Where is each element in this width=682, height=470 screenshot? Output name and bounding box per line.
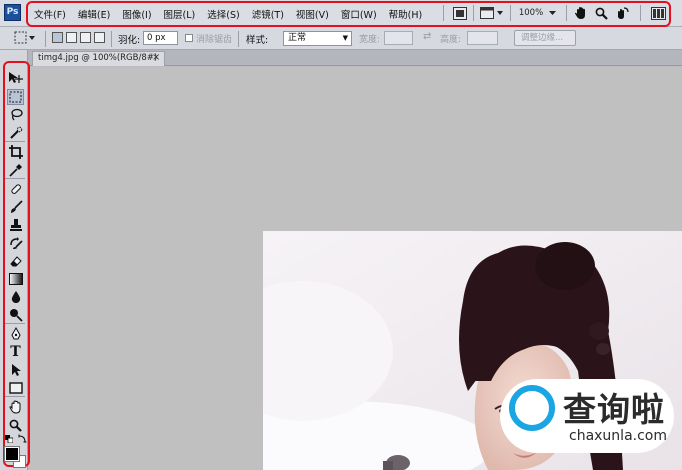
document-tab-bar: timg4.jpg @ 100%(RGB/8#)	[28, 50, 682, 66]
style-value: 正常	[288, 33, 307, 43]
menu-items: 文件(F) 编辑(E) 图像(I) 图层(L) 选择(S) 滤镜(T) 视图(V…	[34, 0, 434, 27]
history-brush-tool-icon[interactable]	[7, 235, 24, 251]
screen-mode-icon[interactable]	[479, 5, 505, 21]
menu-separator	[640, 5, 641, 21]
watermark-search-icon	[509, 385, 555, 431]
menu-filter[interactable]: 滤镜(T)	[252, 7, 284, 21]
swap-colors-icon[interactable]	[18, 434, 27, 446]
width-label: 宽度:	[359, 35, 381, 45]
tools-separator	[5, 141, 25, 142]
width-input	[384, 31, 413, 45]
feather-label: 羽化:	[118, 35, 141, 46]
swap-dimensions-icon: ⇄	[423, 31, 432, 42]
menu-separator	[510, 5, 511, 21]
menu-bar: Ps 文件(F) 编辑(E) 图像(I) 图层(L) 选择(S) 滤镜(T) 视…	[0, 0, 682, 27]
watermark-text: 查询啦	[563, 390, 665, 429]
zoom-dropdown[interactable]: 100%	[516, 5, 560, 21]
options-separator	[45, 31, 46, 47]
height-label: 高度:	[440, 35, 462, 45]
rotate-view-icon[interactable]	[613, 5, 631, 21]
tools-separator	[5, 178, 25, 179]
arrange-documents-icon[interactable]	[649, 5, 667, 21]
crop-tool-icon[interactable]	[7, 144, 24, 160]
menu-file[interactable]: 文件(F)	[34, 7, 66, 21]
default-colors-icon[interactable]	[5, 435, 14, 446]
move-tool-icon[interactable]	[7, 70, 24, 86]
photoshop-logo: Ps	[4, 4, 21, 21]
pen-tool-icon[interactable]	[7, 326, 24, 342]
watermark-url: chaxunla.com	[569, 428, 667, 444]
menu-separator	[443, 5, 444, 21]
menu-edit[interactable]: 编辑(E)	[78, 7, 110, 21]
close-icon[interactable]: ×	[152, 52, 160, 63]
refine-edge-button[interactable]: 调整边缘...	[514, 30, 576, 46]
antialias-checkbox[interactable]	[185, 34, 193, 42]
zoom-icon[interactable]	[593, 5, 609, 21]
foreground-color-swatch[interactable]	[4, 446, 20, 462]
rectangle-shape-tool-icon[interactable]	[7, 380, 24, 396]
feather-input[interactable]: 0 px	[143, 31, 178, 45]
height-input	[467, 31, 498, 45]
style-select[interactable]: 正常 ▼	[283, 31, 352, 46]
marquee-preset-icon[interactable]	[14, 31, 36, 48]
style-label: 样式:	[246, 35, 269, 46]
tools-separator	[5, 396, 25, 397]
options-separator	[111, 31, 112, 47]
antialias-label: 消除锯齿	[196, 35, 233, 45]
menu-window[interactable]: 窗口(W)	[341, 7, 377, 21]
quick-selection-tool-icon[interactable]	[7, 125, 24, 141]
path-selection-tool-icon[interactable]	[7, 362, 24, 378]
menu-help[interactable]: 帮助(H)	[389, 7, 423, 21]
subtract-selection-icon[interactable]	[80, 32, 91, 43]
intersect-selection-icon[interactable]	[94, 32, 105, 43]
menu-layer[interactable]: 图层(L)	[164, 7, 196, 21]
clone-stamp-tool-icon[interactable]	[7, 217, 24, 233]
tools-separator	[5, 323, 25, 324]
document-tab[interactable]: timg4.jpg @ 100%(RGB/8#)	[32, 51, 165, 66]
bridge-icon[interactable]	[452, 5, 468, 21]
eyedropper-tool-icon[interactable]	[7, 162, 24, 178]
chevron-down-icon: ▼	[342, 34, 348, 42]
zoom-value: 100%	[518, 8, 544, 18]
dodge-tool-icon[interactable]	[7, 307, 24, 323]
lasso-tool-icon[interactable]	[7, 107, 24, 123]
menu-select[interactable]: 选择(S)	[207, 7, 239, 21]
menu-separator	[566, 5, 567, 21]
healing-brush-tool-icon[interactable]	[7, 181, 24, 197]
options-separator	[238, 31, 239, 47]
new-selection-icon[interactable]	[52, 32, 63, 43]
zoom-tool-icon[interactable]	[7, 417, 24, 433]
menu-view[interactable]: 视图(V)	[296, 7, 329, 21]
brush-tool-icon[interactable]	[7, 199, 24, 215]
rectangular-marquee-tool-icon[interactable]	[7, 89, 24, 105]
menu-separator	[473, 5, 474, 21]
eraser-tool-icon[interactable]	[7, 253, 24, 269]
gradient-tool-icon[interactable]	[7, 271, 24, 287]
menu-image[interactable]: 图像(I)	[122, 7, 151, 21]
add-to-selection-icon[interactable]	[66, 32, 77, 43]
hand-icon[interactable]	[573, 5, 589, 21]
type-tool-icon[interactable]: T	[7, 344, 24, 360]
options-bar: 羽化: 0 px 消除锯齿 样式: 正常 ▼ 宽度: ⇄ 高度: 调整边缘...	[0, 27, 682, 50]
hand-tool-icon[interactable]	[7, 399, 24, 415]
blur-tool-icon[interactable]	[7, 289, 24, 305]
